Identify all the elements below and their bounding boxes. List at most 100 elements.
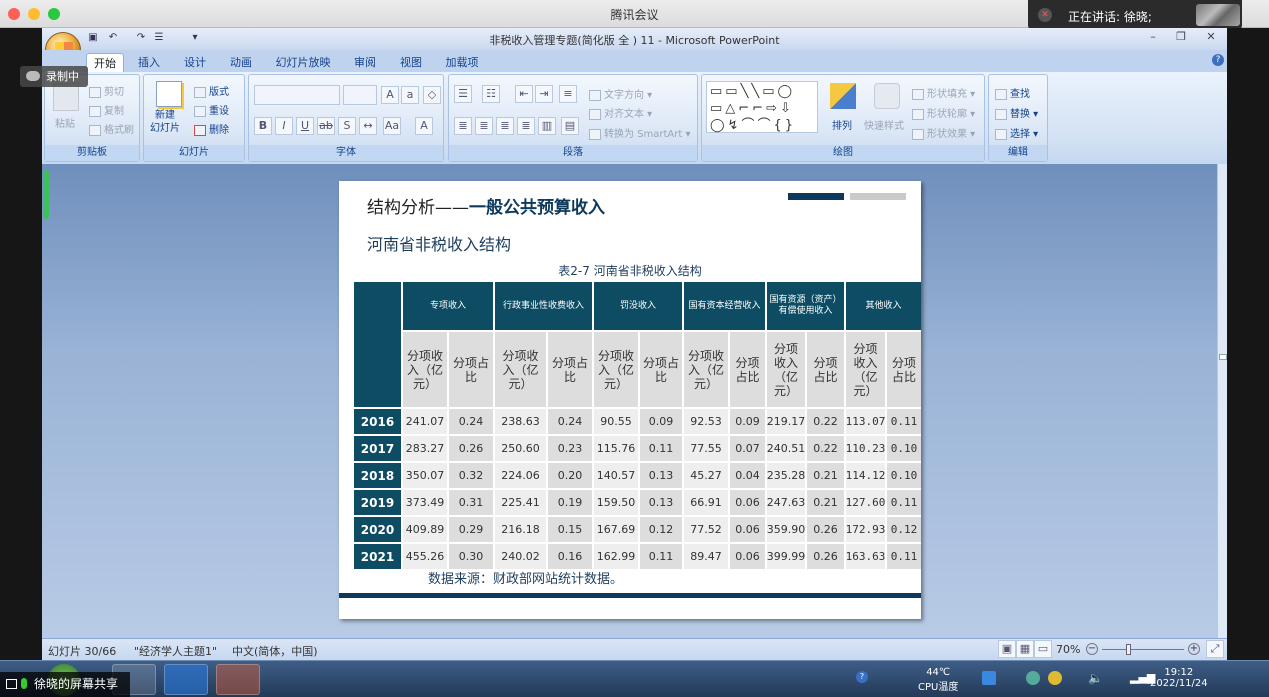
- strikethrough-button[interactable]: ab: [317, 117, 335, 135]
- slide-accent-grey: [850, 193, 906, 200]
- align-text-button[interactable]: 对齐文本 ▾: [589, 105, 652, 120]
- justify-button[interactable]: ≣: [517, 117, 535, 135]
- normal-view-button[interactable]: ▣: [998, 640, 1016, 658]
- reset-button[interactable]: 重设: [194, 102, 229, 117]
- tab-slideshow[interactable]: 幻灯片放映: [270, 53, 336, 72]
- paste-button[interactable]: 粘贴: [55, 115, 75, 130]
- text-direction-button[interactable]: 文字方向 ▾: [589, 86, 652, 101]
- line-spacing-button[interactable]: ≡: [559, 85, 577, 103]
- help-icon[interactable]: ?: [1212, 54, 1224, 66]
- table-year-cell: 2020: [354, 517, 401, 542]
- font-name-combo[interactable]: [254, 85, 340, 105]
- binoculars-icon: [995, 88, 1007, 100]
- align-center-button[interactable]: ≣: [475, 117, 493, 135]
- align-left-button[interactable]: ≣: [454, 117, 472, 135]
- paint-bucket-icon: [912, 88, 924, 100]
- tray-help-icon[interactable]: ?: [856, 671, 868, 683]
- distribute-button[interactable]: ▥: [538, 117, 556, 135]
- replace-button[interactable]: 替换 ▾: [995, 105, 1038, 120]
- bullets-button[interactable]: ☰: [454, 85, 472, 103]
- arrange-button[interactable]: 排列: [832, 117, 852, 132]
- underline-button[interactable]: U: [296, 117, 314, 135]
- shape-outline-button[interactable]: 形状轮廓 ▾: [912, 105, 975, 120]
- table-cell: 0.30: [449, 544, 493, 569]
- increase-indent-button[interactable]: ⇥: [535, 85, 553, 103]
- shape-fill-button[interactable]: 形状填充 ▾: [912, 85, 975, 100]
- tab-addins[interactable]: 加载项: [440, 53, 484, 72]
- tab-animation[interactable]: 动画: [222, 53, 260, 72]
- table-cell: 0.21: [807, 463, 844, 488]
- table-cell: 0.24: [548, 409, 592, 434]
- volume-icon[interactable]: 🔈: [1088, 671, 1103, 685]
- taskbar-powerpoint[interactable]: [216, 664, 260, 695]
- slide[interactable]: 结构分析——一般公共预算收入 河南省非税收入结构 表2-7 河南省非税收入结构 …: [339, 181, 921, 619]
- table-subheader: 分项占比: [640, 332, 682, 407]
- table-cell: 77.55: [684, 436, 728, 461]
- quick-styles-button[interactable]: 快速样式: [864, 117, 904, 132]
- align-right-button[interactable]: ≣: [496, 117, 514, 135]
- grow-font-button[interactable]: A: [381, 86, 399, 104]
- fit-window-button[interactable]: ⤢: [1206, 640, 1224, 658]
- shrink-font-button[interactable]: a: [401, 86, 419, 104]
- new-slide-button[interactable]: 新建 幻灯片: [150, 109, 180, 135]
- copy-button[interactable]: 复制: [89, 102, 124, 117]
- table-caption: 表2-7 河南省非税收入结构: [558, 264, 702, 278]
- char-spacing-button[interactable]: ↔: [359, 117, 377, 135]
- recording-badge: 录制中: [20, 66, 88, 87]
- tab-view[interactable]: 视图: [392, 53, 430, 72]
- arrange-icon: [830, 83, 856, 109]
- zoom-in-button[interactable]: +: [1188, 643, 1200, 655]
- table-cell: 0.22: [807, 436, 844, 461]
- table-cell: 0.13: [640, 463, 682, 488]
- scroll-thumb[interactable]: [1219, 354, 1227, 360]
- table-cell: 216.18: [495, 517, 546, 542]
- tab-design[interactable]: 设计: [176, 53, 214, 72]
- tray-update-icon[interactable]: [1048, 671, 1062, 685]
- delete-slide-button[interactable]: 删除: [194, 121, 229, 136]
- table-group-header: 其他收入: [846, 282, 921, 330]
- table-cell: 399.99: [767, 544, 805, 569]
- zoom-slider-thumb[interactable]: [1126, 644, 1131, 655]
- numbering-button[interactable]: ☷: [482, 85, 500, 103]
- delete-icon: [194, 124, 206, 136]
- table-cell: 0.29: [449, 517, 493, 542]
- vertical-scrollbar[interactable]: [1217, 164, 1227, 638]
- tray-app-icon[interactable]: [982, 671, 996, 685]
- find-button[interactable]: 查找: [995, 85, 1030, 100]
- shapes-gallery[interactable]: ▭▭╲╲▭◯ ▭△⌐⌐⇨⇩ ◯↯⌒⌒{}: [706, 81, 818, 133]
- sorter-view-button[interactable]: ▦: [1016, 640, 1034, 658]
- taskbar-meeting[interactable]: [164, 664, 208, 695]
- font-size-combo[interactable]: [343, 85, 377, 105]
- tab-home[interactable]: 开始: [86, 53, 124, 72]
- tab-insert[interactable]: 插入: [130, 53, 168, 72]
- clear-format-button[interactable]: ◇: [423, 86, 441, 104]
- shadow-button[interactable]: S: [338, 117, 356, 135]
- clock[interactable]: 19:12 2022/11/24: [1150, 667, 1208, 689]
- cut-button[interactable]: 剪切: [89, 83, 124, 98]
- layout-button[interactable]: 版式: [194, 83, 229, 98]
- italic-button[interactable]: I: [275, 117, 293, 135]
- tab-review[interactable]: 审阅: [346, 53, 384, 72]
- change-case-button[interactable]: Aa: [383, 117, 401, 135]
- bold-button[interactable]: B: [254, 117, 272, 135]
- ppt-restore-button[interactable]: ❐: [1170, 30, 1192, 46]
- tray-shield-icon[interactable]: [1026, 671, 1040, 685]
- columns-button[interactable]: ▤: [561, 117, 579, 135]
- zoom-slider[interactable]: [1102, 649, 1184, 650]
- group-label-editing: 编辑: [989, 145, 1047, 161]
- ppt-minimize-button[interactable]: –: [1142, 30, 1164, 46]
- smartart-button[interactable]: 转换为 SmartArt ▾: [589, 125, 691, 140]
- table-cell: 225.41: [495, 490, 546, 515]
- font-color-button[interactable]: A: [415, 117, 433, 135]
- slideshow-view-button[interactable]: ▭: [1034, 640, 1052, 658]
- format-painter-button[interactable]: 格式刷: [89, 121, 134, 136]
- table-subheader: 分项收入（亿元）: [846, 332, 885, 407]
- shape-effects-button[interactable]: 形状效果 ▾: [912, 125, 975, 140]
- select-button[interactable]: 选择 ▾: [995, 125, 1038, 140]
- speaker-label: 正在讲话: 徐晓;: [1068, 10, 1152, 24]
- zoom-out-button[interactable]: −: [1086, 643, 1098, 655]
- decrease-indent-button[interactable]: ⇤: [515, 85, 533, 103]
- ppt-close-button[interactable]: ✕: [1200, 30, 1222, 46]
- revenue-table[interactable]: 专项收入 行政事业性收费收入 罚没收入 国有资本经营收入 国有资源（资产）有偿使用收入其…: [354, 282, 921, 569]
- table-cell: 77.52: [684, 517, 728, 542]
